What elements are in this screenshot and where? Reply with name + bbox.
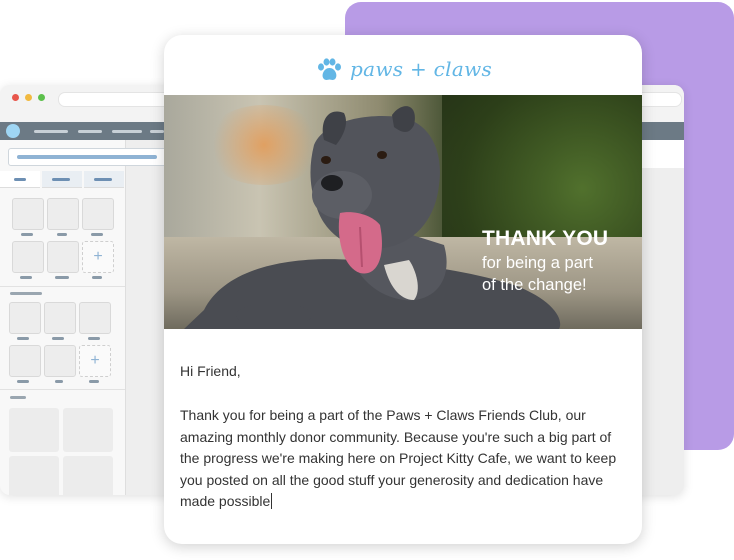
tile-label xyxy=(55,380,63,383)
section-divider xyxy=(0,286,125,287)
email-preview-card: paws + claws THANK YOU for being a part … xyxy=(164,35,642,544)
add-block-button[interactable]: + xyxy=(82,241,114,273)
block-search-input[interactable] xyxy=(8,148,170,166)
hero-title: THANK YOU xyxy=(482,227,609,250)
content-block-tile[interactable] xyxy=(82,198,114,230)
header-nav-item[interactable] xyxy=(150,130,164,133)
row-layout-tile[interactable] xyxy=(44,345,76,377)
row-layout-tile[interactable] xyxy=(79,302,111,334)
hero-image: THANK YOU for being a part of the change… xyxy=(164,95,642,329)
minimize-window-dot[interactable] xyxy=(25,94,32,101)
tile-label xyxy=(89,380,99,383)
template-thumbnail[interactable] xyxy=(63,408,113,452)
content-block-tile[interactable] xyxy=(47,241,79,273)
tab-rows[interactable] xyxy=(42,171,82,188)
editor-sidebar: + + xyxy=(0,140,170,495)
row-layout-tile[interactable] xyxy=(44,302,76,334)
row-layout-tile[interactable] xyxy=(9,302,41,334)
email-greeting[interactable]: Hi Friend, xyxy=(180,363,241,379)
add-row-button[interactable]: + xyxy=(79,345,111,377)
app-logo-icon xyxy=(6,124,20,138)
tile-label xyxy=(21,233,33,236)
tile-label xyxy=(55,276,69,279)
email-body-text[interactable]: Thank you for being a part of the Paws +… xyxy=(180,405,632,513)
hero-subtitle-line1: for being a part xyxy=(482,254,593,272)
text-cursor xyxy=(271,493,273,509)
template-thumbnail[interactable] xyxy=(63,456,113,495)
tab-content[interactable] xyxy=(0,171,40,188)
brand-name: paws + claws xyxy=(350,57,493,81)
tile-label xyxy=(88,337,100,340)
brand-header: paws + claws xyxy=(164,35,642,95)
close-window-dot[interactable] xyxy=(12,94,19,101)
tile-label xyxy=(52,337,64,340)
template-thumbnail[interactable] xyxy=(9,456,59,495)
hero-subtitle-line2: of the change! xyxy=(482,276,587,294)
section-heading xyxy=(10,396,26,399)
paw-icon xyxy=(318,58,341,80)
tab-settings[interactable] xyxy=(84,171,124,188)
section-heading xyxy=(10,292,42,295)
tile-label xyxy=(17,337,29,340)
template-thumbnail[interactable] xyxy=(9,408,59,452)
content-block-tile[interactable] xyxy=(12,198,44,230)
tile-label xyxy=(92,276,102,279)
section-divider xyxy=(0,389,125,390)
email-body-content: Thank you for being a part of the Paws +… xyxy=(180,407,617,509)
hero-subtitle: for being a part of the change! xyxy=(482,252,632,296)
content-block-tile[interactable] xyxy=(12,241,44,273)
header-nav-item[interactable] xyxy=(78,130,102,133)
tile-label xyxy=(57,233,67,236)
maximize-window-dot[interactable] xyxy=(38,94,45,101)
tile-label xyxy=(20,276,32,279)
content-block-tile[interactable] xyxy=(47,198,79,230)
tile-label xyxy=(17,380,29,383)
header-nav-item[interactable] xyxy=(34,130,68,133)
row-layout-tile[interactable] xyxy=(9,345,41,377)
header-nav-item[interactable] xyxy=(112,130,142,133)
tile-label xyxy=(91,233,103,236)
